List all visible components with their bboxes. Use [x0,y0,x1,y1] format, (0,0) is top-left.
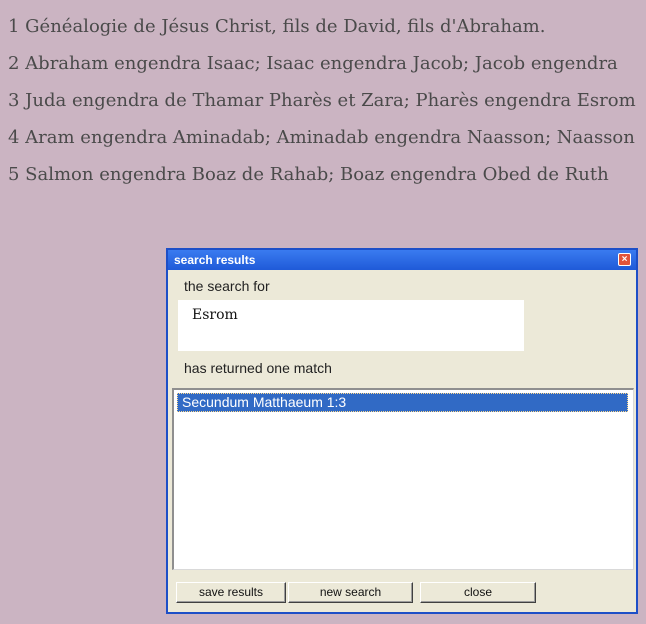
search-for-label: the search for [184,278,270,294]
match-count-label: has returned one match [184,360,332,376]
search-results-dialog: search results × the search for Esrom ha… [166,248,638,614]
save-results-button[interactable]: save results [176,582,286,603]
result-item[interactable]: Secundum Matthaeum 1:3 [177,393,628,412]
results-list[interactable]: Secundum Matthaeum 1:3 [172,388,634,570]
new-search-button[interactable]: new search [288,582,413,603]
close-button[interactable]: close [420,582,536,603]
search-term-field: Esrom [178,300,524,351]
verse-text-area: 1 Généalogie de Jésus Christ, fils de Da… [8,12,646,197]
dialog-title: search results [174,253,256,267]
verse-1: 1 Généalogie de Jésus Christ, fils de Da… [8,16,546,37]
search-term-text: Esrom [192,307,238,323]
verse-3: 3 Juda engendra de Thamar Pharès et Zara… [8,90,636,111]
verse-4: 4 Aram engendra Aminadab; Aminadab engen… [8,127,635,148]
verse-5: 5 Salmon engendra Boaz de Rahab; Boaz en… [8,164,609,185]
verse-2: 2 Abraham engendra Isaac; Isaac engendra… [8,53,618,74]
dialog-titlebar[interactable]: search results × [168,250,636,270]
close-icon[interactable]: × [618,253,631,266]
